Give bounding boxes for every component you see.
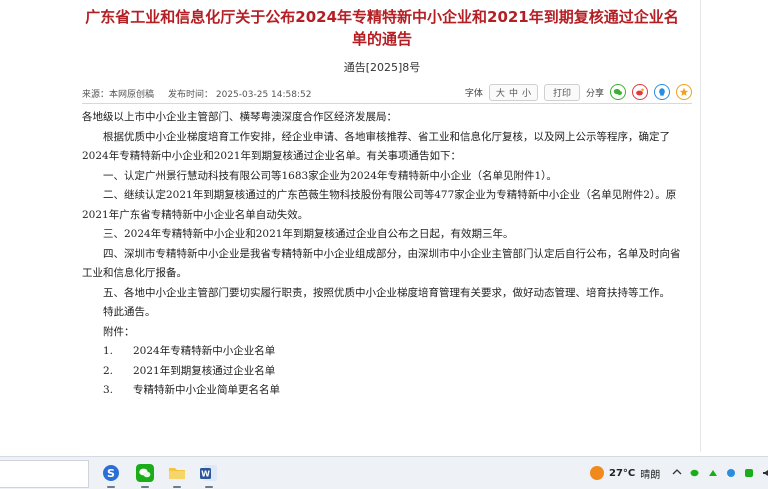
article-tools: 字体 大 中 小 打印 分享 [465,82,692,102]
weibo-icon[interactable] [632,84,648,100]
font-size-large[interactable]: 大 [496,86,505,99]
document-number: 通告[2025]8号 [343,61,421,74]
article-publish-time: 发布时间： 2025-03-25 14:58:52 [168,90,312,100]
svg-text:S: S [107,467,115,480]
network-tray-icon[interactable] [708,468,718,478]
print-button[interactable]: 打印 [543,83,580,101]
wechat-tray-icon[interactable] [690,468,700,478]
paragraph: 特此通告。 [103,306,156,318]
meta-divider [82,103,692,104]
paragraph: 根据优质中小企业梯度培育工作安排，经企业申请、各地审核推荐、省工业和信息化厅复核… [82,130,670,163]
file-explorer-icon[interactable] [166,462,188,488]
system-tray [672,465,768,481]
article-meta-bar: 来源：本网原创稿 发布时间： 2025-03-25 14:58:52 字体 大 … [82,82,692,104]
page-border [700,0,701,452]
svg-text:W: W [201,470,210,479]
wechat-app-icon[interactable] [134,462,156,488]
sogou-icon[interactable]: S [100,462,122,488]
taskbar-search-box[interactable] [0,460,89,488]
font-size-label: 字体 [464,88,483,99]
page-title: 广东省工业和信息化厅关于公布2024年专精特新中小企业和2021年到期复核通过企… [85,8,679,48]
taskbar: S W 27°C 晴朗 [0,456,768,489]
font-size-medium[interactable]: 中 [509,86,518,99]
weather-temperature: 27°C [609,467,636,479]
font-size-small[interactable]: 小 [522,86,531,99]
paragraph: 四、深圳市专精特新中小企业是我省专精特新中小企业组成部分，由深圳市中小企业主管部… [82,247,681,280]
attachment-link[interactable]: 1. 2024年专精特新中小企业名单 [82,342,688,362]
attachment-number: 2. [103,364,114,377]
article-source: 来源：本网原创稿 [82,90,155,100]
word-icon[interactable]: W [198,462,220,488]
article-body: 各地级以上市中小企业主管部门、横琴粤澳深度合作区经济发展局： 根据优质中小企业梯… [82,108,688,401]
wechat-icon[interactable] [610,84,626,100]
chevron-up-icon[interactable] [672,468,682,479]
attachment-name[interactable]: 2024年专精特新中小企业名单 [133,345,275,357]
attachment-link[interactable]: 3. 专精特新中小企业简单更名名单 [82,381,688,401]
weather-widget[interactable]: 27°C 晴朗 [590,463,660,483]
paragraph: 二、继续认定2021年到期复核通过的广东芭薇生物科技股份有限公司等477家企业为… [82,189,677,221]
attachment-name[interactable]: 2021年到期复核通过企业名单 [133,365,275,377]
paragraph: 三、2024年专精特新中小企业和2021年到期复核通过企业自公布之日起，有效期三… [103,228,514,240]
share-label: 分享 [585,88,604,99]
messenger-tray-icon[interactable] [726,468,736,478]
paragraph: 一、认定广州景行慧动科技有限公司等1683家企业为2024年专精特新中小企业（名… [103,169,557,182]
qq-icon[interactable] [654,84,670,100]
attachment-number: 1. [103,345,114,357]
attachment-number: 3. [103,384,114,396]
article-page: 广东省工业和信息化厅关于公布2024年专精特新中小企业和2021年到期复核通过企… [64,0,700,452]
paragraph: 各地级以上市中小企业主管部门、横琴粤澳深度合作区经济发展局： [82,111,397,123]
paragraph: 附件： [103,325,135,338]
weather-description: 晴朗 [640,469,661,481]
sun-icon [590,466,604,480]
volume-tray-icon[interactable] [762,468,768,478]
app-tray-icon[interactable] [744,468,754,478]
attachment-link[interactable]: 2. 2021年到期复核通过企业名单 [82,362,688,382]
font-size-selector: 大 中 小 [488,83,538,101]
paragraph: 五、各地中小企业主管部门要切实履行职责，按照优质中小企业梯度培育管理有关要求，做… [103,286,670,299]
qzone-icon[interactable] [676,84,692,100]
attachment-name[interactable]: 专精特新中小企业简单更名名单 [133,384,280,396]
